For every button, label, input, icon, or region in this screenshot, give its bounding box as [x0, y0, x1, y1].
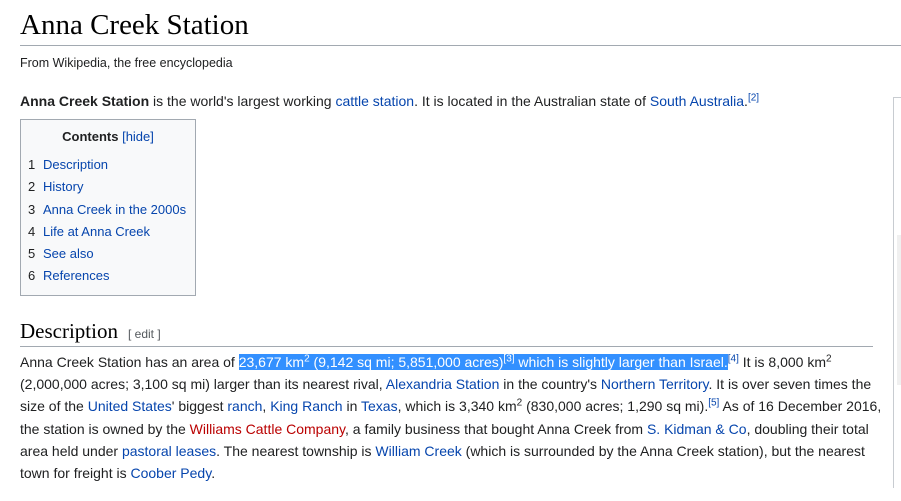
body-text: ' biggest	[171, 398, 228, 415]
link-united-states[interactable]: United States	[88, 398, 172, 414]
infobox-edge-shade	[897, 235, 901, 385]
section-heading-description: Description [ edit ]	[20, 317, 161, 348]
toc-item[interactable]: 5 See also	[28, 243, 195, 265]
link-williams-cattle-company[interactable]: Williams Cattle Company	[190, 421, 345, 437]
edit-section-link[interactable]: [ edit ]	[128, 327, 161, 341]
toc-number: 6	[28, 268, 36, 284]
link-coober-pedy[interactable]: Coober Pedy	[131, 465, 212, 481]
toc-number: 4	[28, 223, 36, 239]
link-king-ranch[interactable]: King Ranch	[270, 398, 342, 414]
link-s-kidman[interactable]: S. Kidman & Co	[647, 421, 747, 437]
lead-text: . It is located in the Australian state …	[414, 93, 650, 109]
title-divider	[20, 45, 901, 46]
superscript: 2	[826, 353, 832, 365]
toc-link-2000s[interactable]: Anna Creek in the 2000s	[43, 202, 186, 217]
toc-hide-toggle[interactable]: [hide]	[122, 129, 154, 144]
body-text: . The nearest township is	[216, 442, 376, 459]
toc-link-life[interactable]: Life at Anna Creek	[43, 224, 150, 239]
body-text: 23,677 km	[238, 354, 305, 370]
toc-number: 5	[28, 246, 36, 262]
body-text: .	[211, 465, 216, 482]
body-text: in	[342, 398, 362, 415]
toc-link-history[interactable]: History	[43, 179, 83, 194]
toc-item[interactable]: 1 Description	[28, 154, 195, 176]
toc-number: 3	[28, 201, 36, 217]
link-texas[interactable]: Texas	[361, 398, 398, 414]
reference-link[interactable]: [2]	[748, 92, 759, 103]
toc-item[interactable]: 4 Life at Anna Creek	[28, 221, 195, 243]
toc-link-see-also[interactable]: See also	[43, 246, 94, 261]
description-paragraph: Anna Creek Station has an area of 23,677…	[20, 351, 882, 484]
toc-title: Contents	[62, 129, 119, 144]
body-text: , which is 3,340 km	[397, 398, 517, 415]
link-pastoral-leases[interactable]: pastoral leases	[122, 443, 216, 459]
section-title: Description	[20, 319, 118, 343]
text-selection[interactable]: 23,677 km2 (9,142 sq mi; 5,851,000 acres…	[238, 353, 728, 370]
link-cattle-station[interactable]: cattle station	[335, 93, 414, 109]
body-text: (2,000,000 acres; 3,100 sq mi) larger th…	[20, 376, 386, 393]
body-text: , a family business that bought Anna Cre…	[345, 420, 647, 437]
toc-header: Contents [hide]	[21, 128, 195, 146]
toc-number: 1	[28, 157, 36, 172]
link-south-australia[interactable]: South Australia	[650, 93, 744, 109]
toc-item[interactable]: 3 Anna Creek in the 2000s	[28, 199, 195, 221]
toc-number: 2	[28, 179, 36, 195]
tagline: From Wikipedia, the free encyclopedia	[20, 56, 233, 70]
link-alexandria-station[interactable]: Alexandria Station	[386, 376, 500, 392]
body-text: (830,000 acres; 1,290 sq mi).	[522, 398, 709, 415]
lead-subject: Anna Creek Station	[20, 93, 150, 109]
toc-list: 1 Description 2 History 3 Anna Creek in the…	[21, 154, 195, 288]
body-text: Anna Creek Station has an area of	[20, 354, 239, 370]
toc-item[interactable]: 2 History	[28, 176, 195, 198]
reference-link[interactable]: [4]	[728, 353, 739, 364]
reference-link[interactable]: [5]	[708, 398, 719, 409]
lead-paragraph: Anna Creek Station is the world's larges…	[20, 91, 880, 112]
section-divider	[20, 346, 873, 347]
body-text: (9,142 sq mi; 5,851,000 acres)	[309, 354, 504, 370]
body-text: It is 8,000 km	[738, 354, 827, 370]
table-of-contents: Contents [hide] 1 Description 2 History 3A…	[20, 119, 196, 296]
toc-link-description[interactable]: Description	[43, 157, 108, 172]
page-title: Anna Creek Station	[20, 9, 249, 41]
body-text: in the country's	[499, 376, 601, 393]
body-text: which is slightly larger than Israel.	[514, 354, 728, 370]
reference-link[interactable]: [3]	[503, 353, 514, 364]
link-ranch[interactable]: ranch	[227, 398, 262, 414]
toc-item[interactable]: 6 References	[28, 265, 195, 287]
lead-text: is the world's largest working	[149, 93, 336, 109]
toc-link-references[interactable]: References	[43, 268, 109, 283]
link-william-creek[interactable]: William Creek	[375, 443, 461, 459]
link-northern-territory[interactable]: Northern Territory	[601, 376, 709, 392]
